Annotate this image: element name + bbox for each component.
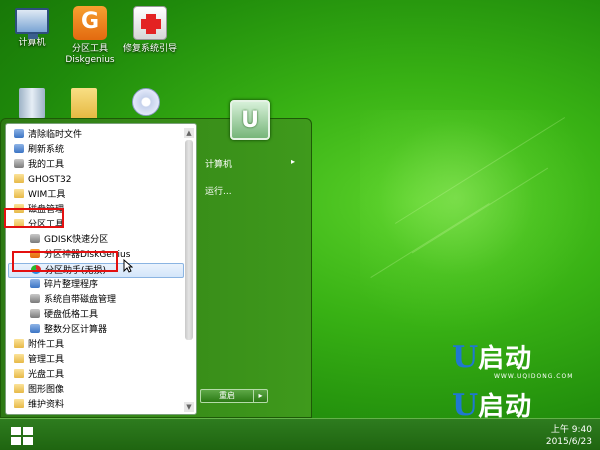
taskbar [0,418,600,450]
broom-icon [14,129,24,138]
folder-icon [14,399,24,408]
disk-management-icon [30,294,40,303]
folder-icon [14,384,24,393]
menu-item-system-disk-management[interactable]: 系统自带磁盘管理 [8,293,184,308]
desktop-icon-label: 计算机 [18,38,46,48]
gdisk-icon [30,234,40,243]
recycle-bin-icon [19,88,45,122]
desktop-icon-disc[interactable] [114,88,178,120]
highlight-box-partition-assistant [12,251,118,272]
folder-icon [14,369,24,378]
scrollbar-thumb[interactable] [185,140,193,340]
diskgenius-icon [73,6,107,40]
restart-options-icon[interactable]: ▸ [253,390,267,402]
refresh-icon [14,144,24,153]
menu-item-refresh-system[interactable]: 刷新系统 [8,143,184,158]
brand-url: WWW.UQIDONG.COM [494,373,574,380]
toolbox-icon [14,159,24,168]
menu-item-defrag[interactable]: 碎片整理程序 [8,278,184,293]
calculator-icon [30,324,40,333]
folder-icon [14,189,24,198]
menu-item-disc-tools[interactable]: 光盘工具 [8,368,184,383]
folder-icon [71,88,97,122]
menu-item-my-tools[interactable]: 我的工具 [8,158,184,173]
folder-icon [14,174,24,183]
clock-time: 上午 9:40 [550,425,592,435]
chevron-right-icon: ▸ [291,157,296,166]
folder-icon [14,339,24,348]
restart-label: 重启 [219,391,235,400]
defrag-icon [30,279,40,288]
clock-date: 2015/6/23 [545,437,592,447]
mouse-cursor-icon [123,259,133,273]
user-avatar: U [230,100,270,140]
menu-item-accessories[interactable]: 附件工具 [8,338,184,353]
menu-item-maintenance[interactable]: 维护资料 [8,398,184,413]
menu-item-wim-tools[interactable]: WIM工具 [8,188,184,203]
first-aid-kit-icon [133,6,167,40]
disc-icon [132,88,160,116]
desktop-icon-label: 分区工具 [71,44,108,54]
programs-scrollbar[interactable]: ▲ ▼ [184,128,194,412]
taskbar-clock[interactable]: 上午 9:40 2015/6/23 [546,424,592,448]
wallpaper-glow [360,110,600,330]
scroll-down-icon[interactable]: ▼ [184,402,194,412]
menu-item-admin-tools[interactable]: 管理工具 [8,353,184,368]
desktop-icon-diskgenius[interactable]: 分区工具 Diskgenius [58,6,122,66]
brand-logo-upper: U启动 [452,340,533,375]
desktop-icon-computer[interactable]: 计算机 [0,6,64,49]
desktop-icon-label-2: Diskgenius [65,55,115,65]
folder-icon [14,354,24,363]
menu-item-clear-temp[interactable]: 清除临时文件 [8,128,184,143]
menu-item-gdisk[interactable]: GDISK快速分区 [8,233,184,248]
computer-icon [15,8,49,39]
windows-logo-icon [11,427,33,445]
menu-item-graphics[interactable]: 图形图像 [8,383,184,398]
menu-item-ghost32[interactable]: GHOST32 [8,173,184,188]
start-right-run[interactable]: 运行... [205,184,232,197]
menu-item-partition-calculator[interactable]: 整数分区计算器 [8,323,184,338]
menu-item-low-format[interactable]: 硬盘低格工具 [8,308,184,323]
restart-button[interactable]: 重启 ▸ [200,389,268,403]
highlight-box-partition-tools [4,208,64,228]
start-right-computer[interactable]: 计算机 [205,157,232,170]
scroll-up-icon[interactable]: ▲ [184,128,194,138]
hard-disk-icon [30,309,40,318]
desktop-icon-label: 修复系统引导 [122,44,177,54]
desktop-icon-repair-boot[interactable]: 修复系统引导 [118,6,182,55]
